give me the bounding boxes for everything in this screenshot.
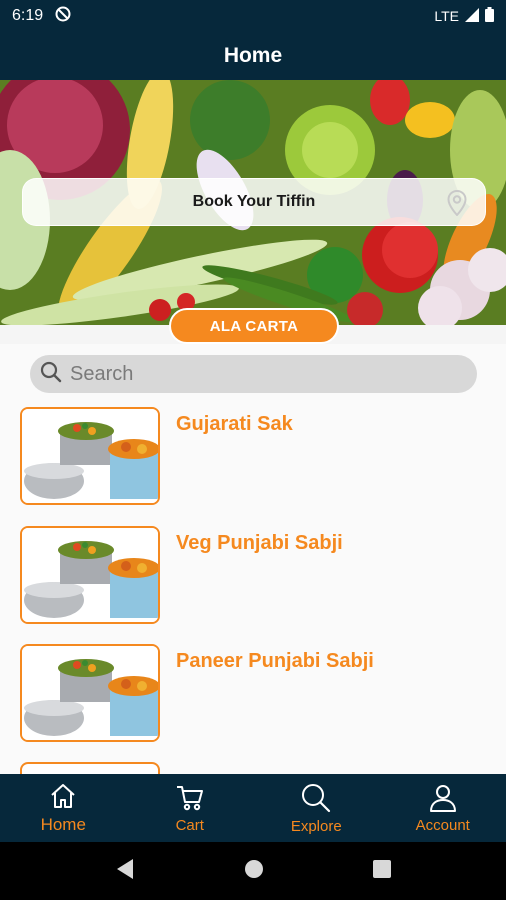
ala-carta-button[interactable]: ALA CARTA bbox=[169, 308, 339, 344]
nav-home-label: Home bbox=[40, 815, 86, 834]
status-time: 6:19 bbox=[12, 7, 44, 24]
system-nav-bar bbox=[0, 842, 506, 900]
nav-account[interactable]: Account bbox=[380, 774, 506, 842]
nav-explore-label: Explore bbox=[290, 817, 342, 835]
menu-item-name: Paneer Punjabi Sabji bbox=[176, 650, 374, 672]
tiffin-image bbox=[20, 762, 160, 774]
account-icon bbox=[429, 784, 456, 812]
book-tiffin-label: Book Your Tiffin bbox=[192, 193, 316, 210]
menu-item[interactable]: Veg Punjabi Sabji bbox=[20, 526, 490, 626]
dnd-icon bbox=[55, 6, 71, 27]
app-bar: Home bbox=[0, 32, 506, 80]
menu-item-name: Gujarati Sak bbox=[176, 413, 293, 435]
network-type: LTE bbox=[434, 8, 459, 24]
tiffin-image bbox=[20, 407, 160, 505]
status-bar: 6:19 LTE bbox=[0, 0, 506, 32]
page-title: Home bbox=[223, 44, 283, 67]
menu-item-partial[interactable] bbox=[20, 762, 490, 774]
ala-carta-label: ALA CARTA bbox=[209, 317, 299, 335]
search-icon bbox=[40, 361, 62, 388]
menu-item[interactable]: Gujarati Sak bbox=[20, 407, 490, 507]
signal-icon bbox=[465, 7, 479, 25]
search-icon bbox=[302, 783, 331, 812]
menu-item-name: Veg Punjabi Sabji bbox=[176, 532, 343, 554]
back-icon[interactable] bbox=[115, 858, 135, 885]
tiffin-image bbox=[20, 526, 160, 624]
nav-account-label: Account bbox=[415, 816, 470, 834]
recents-icon[interactable] bbox=[373, 859, 392, 883]
menu-item[interactable]: Paneer Punjabi Sabji bbox=[20, 644, 490, 744]
bottom-nav: Home Cart Explore Account bbox=[0, 774, 506, 842]
nav-explore[interactable]: Explore bbox=[253, 774, 380, 842]
tiffin-image bbox=[20, 644, 160, 742]
home-icon bbox=[51, 784, 75, 808]
search-input[interactable] bbox=[70, 362, 450, 386]
nav-home[interactable]: Home bbox=[0, 774, 127, 842]
book-tiffin-button[interactable]: Book Your Tiffin bbox=[22, 178, 486, 226]
search-bar[interactable] bbox=[30, 355, 477, 393]
battery-icon bbox=[485, 7, 494, 25]
cart-icon bbox=[176, 785, 203, 810]
nav-cart[interactable]: Cart bbox=[127, 774, 254, 842]
home-circle-icon[interactable] bbox=[244, 859, 264, 884]
menu-content: Gujarati Sak Veg Punjabi Sabji bbox=[0, 344, 506, 774]
hero-banner: Book Your Tiffin bbox=[0, 80, 506, 325]
nav-cart-label: Cart bbox=[175, 816, 204, 834]
